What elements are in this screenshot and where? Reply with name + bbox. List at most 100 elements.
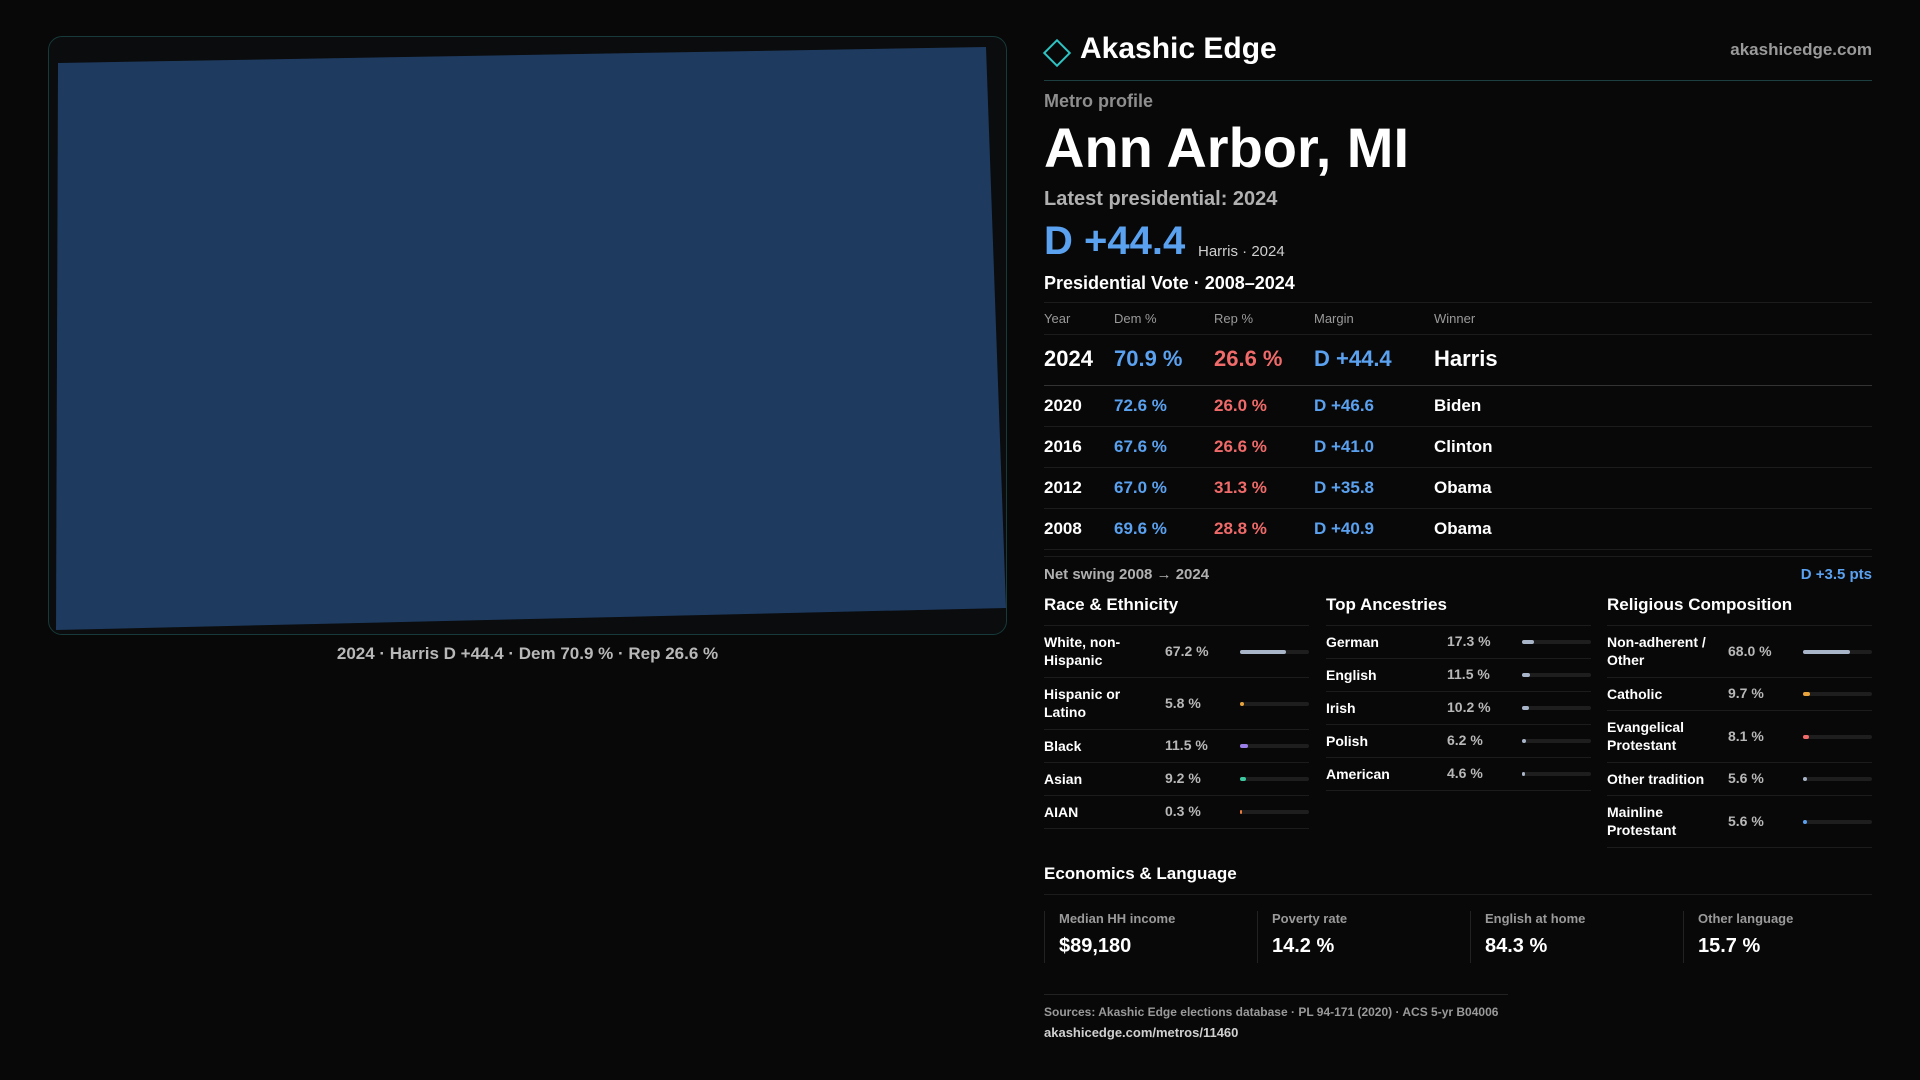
race-bar-track: [1240, 810, 1309, 814]
row-rep: 31.3 %: [1214, 467, 1314, 509]
row-winner: Harris: [1434, 334, 1872, 386]
sources-footer: Sources: Akashic Edge elections database…: [1044, 994, 1508, 1040]
race-bar-track: [1240, 649, 1309, 654]
ancestry-row: German 17.3 %: [1326, 626, 1591, 659]
ancestry-label: Irish: [1326, 700, 1356, 716]
ancestry-label: American: [1326, 766, 1390, 782]
table-row: 2016 67.6 % 26.6 % D +41.0 Clinton: [1044, 426, 1872, 468]
metro-shape: [56, 47, 1006, 630]
brand-url-link[interactable]: akashicedge.com: [1730, 40, 1872, 60]
ancestry-bar-track: [1522, 739, 1591, 743]
ancestry-percent: 11.5 %: [1447, 666, 1490, 682]
vote-table: Year Dem % Rep % Margin Winner 2024 70.9…: [1044, 303, 1872, 550]
row-rep: 26.6 %: [1214, 426, 1314, 468]
religion-bar-fill: [1803, 649, 1850, 654]
metro-permalink[interactable]: akashicedge.com/metros/11460: [1044, 1025, 1508, 1040]
row-year: 2024: [1044, 334, 1114, 386]
religion-percent: 8.1 %: [1728, 727, 1764, 744]
economics-cards: Median HH income $89,180 Poverty rate 14…: [1044, 911, 1872, 963]
row-year: 2008: [1044, 508, 1114, 550]
row-dem: 67.6 %: [1114, 426, 1214, 468]
race-percent: 11.5 %: [1165, 737, 1208, 753]
ancestries-section: Top Ancestries German 17.3 % English 11.5 %…: [1326, 595, 1591, 791]
profile-panel: Akashic Edge akashicedge.com Metro profi…: [1042, 30, 1872, 855]
ancestry-bar-fill: [1522, 706, 1530, 710]
brand-header: Akashic Edge akashicedge.com: [1042, 30, 1872, 81]
net-swing-label: Net swing 2008 → 2024: [1044, 566, 1210, 583]
row-year: 2016: [1044, 426, 1114, 468]
ancestry-bar-track: [1522, 772, 1591, 776]
religion-label: Non-adherent / Other: [1607, 634, 1706, 668]
demographics-columns: Race & Ethnicity White, non-Hispanic 67.2…: [1044, 595, 1872, 855]
race-row: AIAN 0.3 %: [1044, 796, 1309, 829]
religion-percent: 9.7 %: [1728, 685, 1764, 701]
row-margin: D +41.0: [1314, 426, 1434, 468]
religion-bar-fill: [1803, 777, 1807, 781]
row-rep: 28.8 %: [1214, 508, 1314, 550]
metro-map: [48, 36, 1007, 635]
ancestry-row: American 4.6 %: [1326, 758, 1591, 791]
row-margin: D +35.8: [1314, 467, 1434, 509]
ancestry-bar-track: [1522, 673, 1591, 677]
race-bar-track: [1240, 777, 1309, 781]
religion-bar-track: [1803, 819, 1872, 824]
race-ethnicity-title: Race & Ethnicity: [1044, 595, 1309, 626]
ancestry-percent: 4.6 %: [1447, 765, 1483, 781]
religion-row: Catholic 9.7 %: [1607, 678, 1872, 711]
header-dem: Dem %: [1114, 303, 1214, 335]
religion-bar-fill: [1803, 734, 1809, 739]
header-rep: Rep %: [1214, 303, 1314, 335]
table-row: 2012 67.0 % 31.3 % D +35.8 Obama: [1044, 467, 1872, 509]
row-year: 2020: [1044, 385, 1114, 427]
row-winner: Obama: [1434, 467, 1872, 509]
religion-bar-track: [1803, 649, 1872, 654]
race-row: Hispanic or Latino 5.8 %: [1044, 678, 1309, 730]
econ-card-value: 14.2 %: [1272, 935, 1335, 957]
econ-card-label: Median HH income: [1059, 911, 1176, 926]
metro-shape-svg: [56, 47, 1006, 630]
ancestry-row: Irish 10.2 %: [1326, 692, 1591, 725]
religion-bar-track: [1803, 692, 1872, 696]
religion-bar-fill: [1803, 819, 1807, 824]
ancestry-percent: 6.2 %: [1447, 732, 1483, 748]
table-row: 2020 72.6 % 26.0 % D +46.6 Biden: [1044, 385, 1872, 427]
ancestry-bar-fill: [1522, 640, 1534, 644]
vote-table-title: Presidential Vote · 2008–2024: [1044, 273, 1872, 303]
ancestry-percent: 17.3 %: [1447, 633, 1491, 649]
header-margin: Margin: [1314, 303, 1434, 335]
net-swing-value: D +3.5 pts: [1800, 566, 1872, 583]
religion-title: Religious Composition: [1607, 595, 1872, 626]
race-bar-fill: [1240, 810, 1242, 814]
row-winner: Clinton: [1434, 426, 1872, 468]
race-row: Asian 9.2 %: [1044, 763, 1309, 796]
vote-table-header: Year Dem % Rep % Margin Winner: [1044, 303, 1872, 335]
religion-bar-track: [1803, 734, 1872, 739]
headline-margin: D +44.4: [1044, 219, 1186, 263]
race-bar-track: [1240, 744, 1309, 748]
econ-card-label: Other language: [1698, 911, 1794, 926]
ancestry-percent: 10.2 %: [1447, 699, 1491, 715]
brand-name: Akashic Edge: [1080, 32, 1277, 65]
ancestry-label: German: [1326, 634, 1379, 650]
row-rep: 26.6 %: [1214, 334, 1314, 386]
religion-bar-track: [1803, 777, 1872, 781]
econ-card-value: $89,180: [1059, 935, 1132, 957]
religion-row: Mainline Protestant 5.6 %: [1607, 796, 1872, 848]
map-caption: 2024 · Harris D +44.4 · Dem 70.9 % · Rep…: [336, 644, 719, 663]
row-dem: 69.6 %: [1114, 508, 1214, 550]
page-title: Ann Arbor, MI: [1044, 116, 1410, 179]
ancestry-label: English: [1326, 667, 1377, 683]
row-dem: 67.0 %: [1114, 467, 1214, 509]
econ-card-other-language: Other language 15.7 %: [1683, 911, 1884, 963]
econ-card-value: 84.3 %: [1485, 935, 1548, 957]
diamond-logo-icon: [1042, 38, 1072, 68]
race-bar-track: [1240, 701, 1309, 706]
religion-label: Evangelical Protestant: [1607, 719, 1685, 753]
race-percent: 0.3 %: [1165, 803, 1201, 819]
ancestry-label: Polish: [1326, 733, 1369, 749]
race-bar-fill: [1240, 701, 1244, 706]
table-row: 2008 69.6 % 28.8 % D +40.9 Obama: [1044, 508, 1872, 550]
header-year: Year: [1044, 303, 1114, 335]
ancestry-bar-track: [1522, 640, 1591, 644]
race-row: White, non-Hispanic 67.2 %: [1044, 626, 1309, 678]
